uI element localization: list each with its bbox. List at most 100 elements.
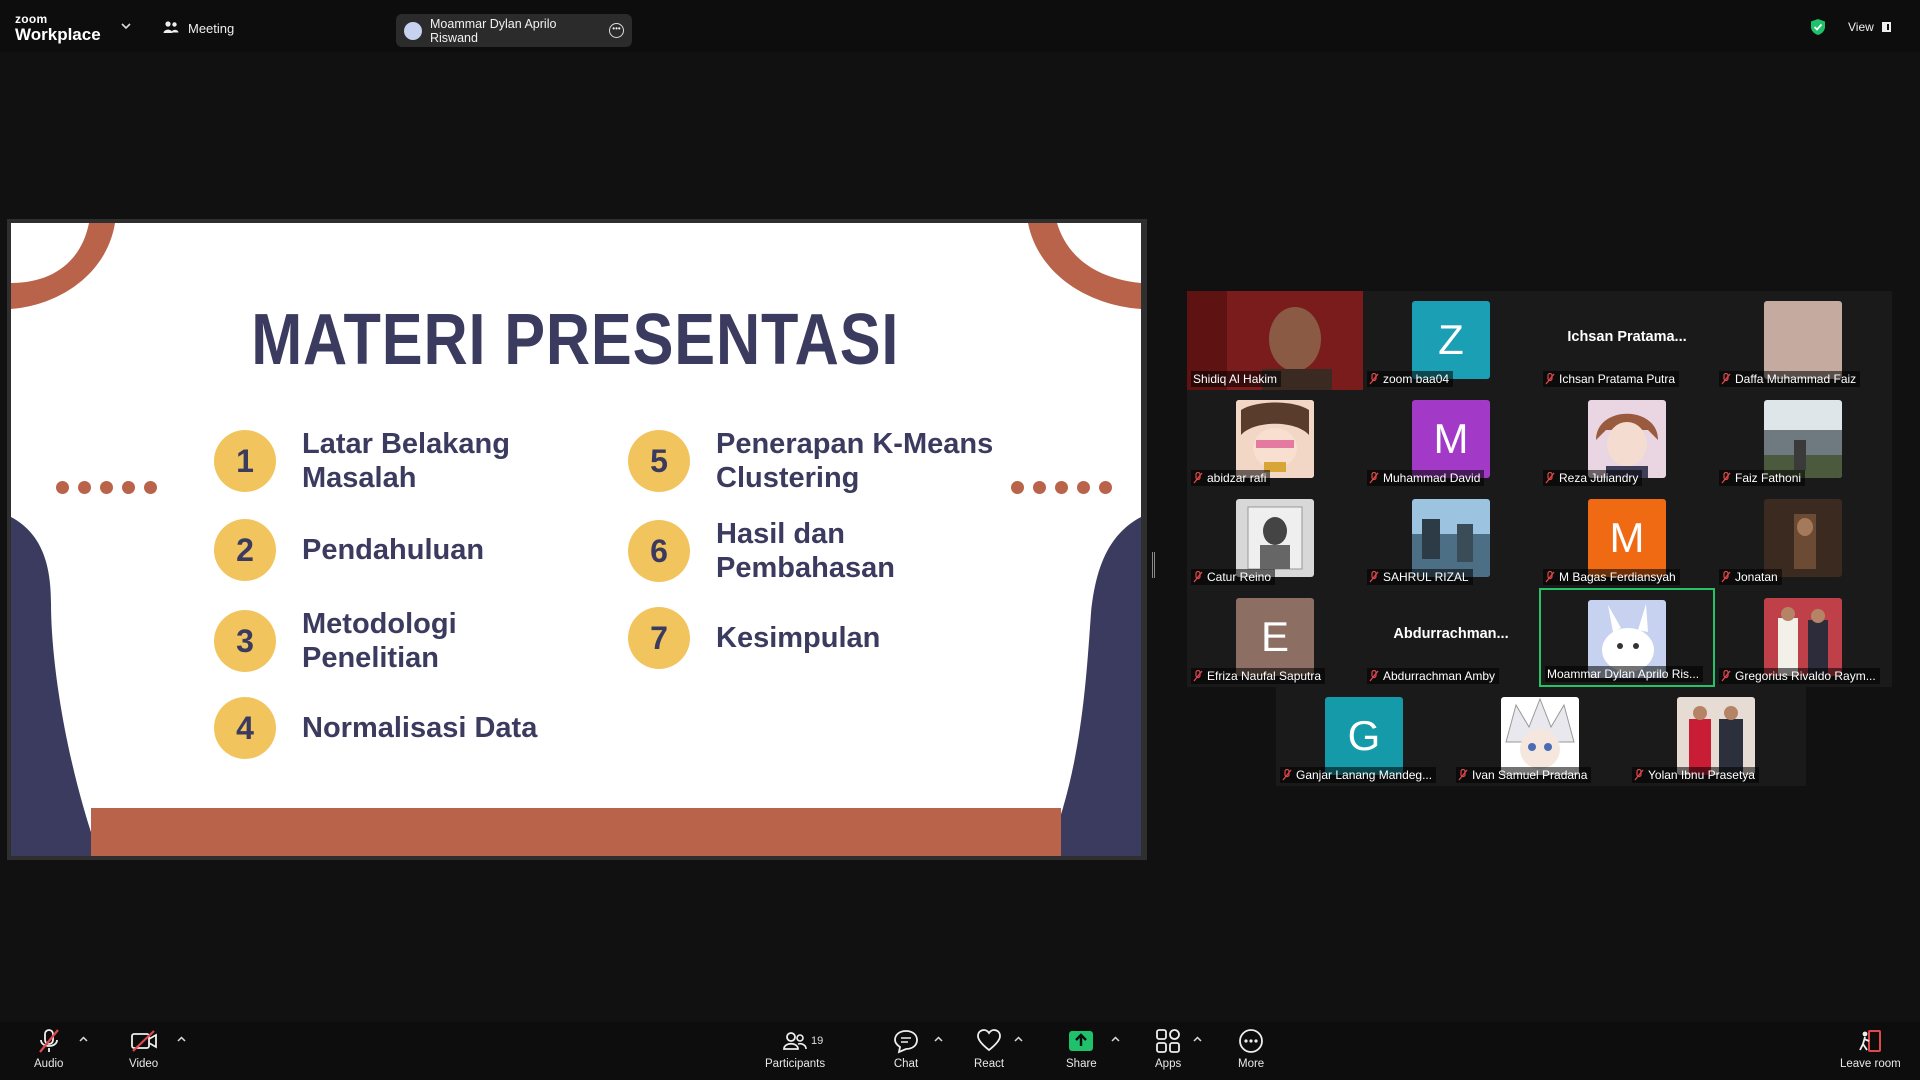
participant-name: abidzar rafi [1207,471,1267,485]
meeting-label: Meeting [188,21,235,36]
audio-button[interactable]: Audio [34,1028,63,1070]
participant-name: Ganjar Lanang Mandeg... [1296,768,1433,782]
participant-tile-zoom-baa04[interactable]: Z zoom baa04 [1363,291,1539,390]
muted-mic-icon [1545,373,1555,385]
people-icon [163,20,179,37]
more-label: More [1238,1058,1265,1070]
participant-tile-gregorius[interactable]: Gregorius Rivaldo Raym... [1715,588,1891,687]
more-button[interactable]: More [1238,1028,1264,1070]
audio-options-caret-icon[interactable] [79,1034,88,1045]
muted-mic-icon [1545,472,1555,484]
avatar: G [1325,697,1403,775]
slide-item-5: 5 Penerapan K-Means Clustering [628,427,996,495]
participant-count: 19 [811,1035,824,1047]
presentation-slide: MATERI PRESENTASI 1 Latar Belakang Masal… [11,223,1141,856]
avatar [1677,697,1755,775]
participant-tile-daffa[interactable]: Daffa Muhammad Faiz [1715,291,1891,390]
participant-tile-efriza[interactable]: E Efriza Naufal Saputra [1187,588,1363,687]
participant-name: Efriza Naufal Saputra [1207,669,1322,683]
leave-room-button[interactable]: Leave room [1840,1028,1901,1070]
muted-mic-icon [1369,472,1379,484]
muted-mic-icon [1634,769,1644,781]
participant-label: Jonatan [1719,569,1782,585]
chat-label: Chat [893,1058,919,1070]
video-button[interactable]: Video [129,1028,158,1070]
participant-tile-m-bagas[interactable]: M M Bagas Ferdiansyah [1539,489,1715,588]
participant-tile-abidzar[interactable]: abidzar rafi [1187,390,1363,489]
participant-label: Abdurrachman Amby [1367,668,1500,684]
participant-label: Yolan Ibnu Prasetya [1632,767,1759,783]
item-text: Penerapan K-Means Clustering [716,428,994,494]
muted-mic-icon [1369,373,1379,385]
muted-mic-icon [1193,670,1203,682]
react-options-caret-icon[interactable] [1014,1034,1023,1045]
participant-tile-moammar-active-speaker[interactable]: Moammar Dylan Aprilo Ris... [1539,588,1715,687]
item-number: 4 [214,697,276,759]
resize-splitter-handle[interactable] [1152,552,1155,578]
participant-tile-sahrul[interactable]: SAHRUL RIZAL [1363,489,1539,588]
more-options-icon[interactable]: ••• [609,23,624,38]
muted-mic-icon [1545,571,1555,583]
participant-name: Ivan Samuel Pradana [1472,768,1588,782]
avatar [1764,598,1842,676]
item-text: Latar Belakang Masalah [302,428,510,494]
avatar [1764,400,1842,478]
participant-tile-ivan[interactable]: Ivan Samuel Pradana [1452,687,1628,786]
participant-name: Reza Juliandry [1559,471,1639,485]
participant-tile-ichsan[interactable]: Ichsan Pratama... Ichsan Pratama Putra [1539,291,1715,390]
avatar [1764,301,1842,379]
participant-name: SAHRUL RIZAL [1383,570,1469,584]
top-bar: zoom Workplace Meeting Moammar Dylan Apr… [0,0,1920,52]
participant-tile-faiz[interactable]: Faiz Fathoni [1715,390,1891,489]
participant-tile-ganjar[interactable]: G Ganjar Lanang Mandeg... [1276,687,1452,786]
share-options-caret-icon[interactable] [1111,1034,1120,1045]
video-options-caret-icon[interactable] [177,1034,186,1045]
participant-name: M Bagas Ferdiansyah [1559,570,1676,584]
heart-icon [977,1029,1001,1052]
apps-button[interactable]: Apps [1155,1028,1181,1070]
participant-tile-reza[interactable]: Reza Juliandry [1539,390,1715,489]
avatar: E [1236,598,1314,676]
item-number: 5 [628,430,690,492]
item-number: 3 [214,610,276,672]
meeting-button[interactable]: Meeting [163,20,234,37]
share-screen-icon [1069,1031,1094,1051]
chat-options-caret-icon[interactable] [934,1034,943,1045]
chat-button[interactable]: Chat [893,1028,919,1070]
muted-microphone-icon [38,1029,59,1053]
security-shield-icon[interactable] [1810,18,1826,41]
participant-name: Abdurrachman Amby [1383,669,1496,683]
muted-mic-icon [1193,571,1203,583]
participant-name: Catur Reino [1207,570,1272,584]
zoom-workplace-logo[interactable]: zoom Workplace [15,13,101,43]
participant-tile-jonatan[interactable]: Jonatan [1715,489,1891,588]
item-text: Metodologi Penelitian [302,608,457,674]
muted-mic-icon [1369,571,1379,583]
react-button[interactable]: React [974,1028,1004,1070]
active-speaker-pill[interactable]: Moammar Dylan Aprilo Riswand ••• [396,14,632,47]
participant-tile-shidiq[interactable]: Shidiq Al Hakim [1187,291,1363,390]
participant-label: M Bagas Ferdiansyah [1543,569,1680,585]
apps-options-caret-icon[interactable] [1193,1034,1202,1045]
participant-label: Ganjar Lanang Mandeg... [1280,767,1437,783]
video-label: Video [129,1058,159,1070]
participant-tile-muhammad-david[interactable]: M Muhammad David [1363,390,1539,489]
active-speaker-name: Moammar Dylan Aprilo Riswand [430,16,557,45]
participant-label: Daffa Muhammad Faiz [1719,371,1861,387]
participant-label: zoom baa04 [1367,371,1454,387]
participant-tile-yolan[interactable]: Yolan Ibnu Prasetya [1628,687,1804,786]
share-button[interactable]: Share [1066,1028,1097,1070]
chevron-down-icon[interactable] [121,21,131,33]
leave-room-label: Leave room [1840,1058,1901,1070]
item-text: Pendahuluan [302,534,485,566]
participant-tile-abdurrachman[interactable]: Abdurrachman... Abdurrachman Amby [1363,588,1539,687]
muted-mic-icon [1721,472,1731,484]
view-button[interactable]: View [1848,20,1891,34]
brand-small: zoom [15,12,48,26]
avatar [1236,400,1314,478]
participant-tile-catur[interactable]: Catur Reino [1187,489,1363,588]
participant-display-name: Abdurrachman... [1393,626,1509,642]
apps-label: Apps [1155,1058,1182,1070]
slide-item-4: 4 Normalisasi Data [214,697,582,759]
decorative-dots-left [56,481,157,494]
